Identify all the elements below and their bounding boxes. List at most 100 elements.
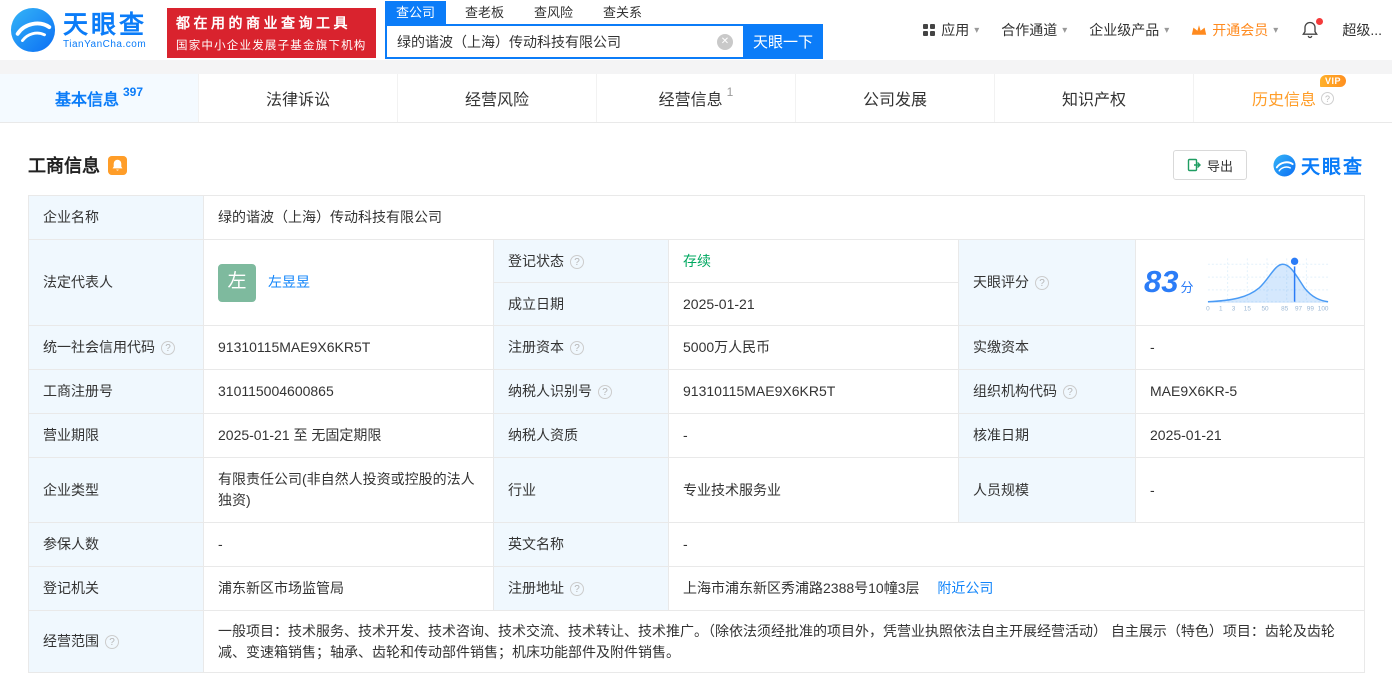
nav-enterprise[interactable]: 企业级产品 ▾ <box>1089 20 1169 40</box>
label-business-term: 营业期限 <box>28 413 204 458</box>
value-paid-capital: - <box>1134 325 1366 370</box>
watermark-brand: 天眼查 <box>1300 156 1364 178</box>
label-industry: 行业 <box>493 457 669 523</box>
tab-count: 1 <box>726 85 734 99</box>
info-icon[interactable]: ? <box>570 582 584 596</box>
crown-icon <box>1192 25 1207 35</box>
tianyancha-watermark-icon <box>1273 153 1296 177</box>
brand-domain: TianYanCha.com <box>63 38 147 50</box>
table-row: 统一社会信用代码? 91310115MAE9X6KR5T 注册资本? 5000万… <box>28 325 1366 370</box>
nav-enterprise-label: 企业级产品 <box>1089 22 1160 38</box>
info-icon[interactable]: ? <box>105 635 119 649</box>
svg-text:50: 50 <box>1261 305 1269 312</box>
label-company-type: 企业类型 <box>28 457 204 523</box>
top-nav: 应用 ▾ 合作通道 ▾ 企业级产品 ▾ 开通会员 ▾ 超级... <box>922 0 1382 60</box>
label-business-scope: 经营范围? <box>28 610 204 673</box>
chevron-down-icon: ▾ <box>1062 24 1068 36</box>
clear-icon[interactable]: ✕ <box>717 33 733 50</box>
value-company-type: 有限责任公司(非自然人投资或控股的法人独资) <box>203 457 494 523</box>
search-tab-relation[interactable]: 查关系 <box>592 1 653 24</box>
label-company-name: 企业名称 <box>28 195 204 240</box>
info-icon[interactable]: ? <box>570 341 584 355</box>
label-reg-capital: 注册资本? <box>493 325 669 370</box>
export-icon <box>1187 158 1201 172</box>
value-insured-count: - <box>203 522 494 567</box>
search-tab-risk[interactable]: 查风险 <box>523 1 584 24</box>
label-insured-count: 参保人数 <box>28 522 204 567</box>
search-button[interactable]: 天眼一下 <box>743 24 823 59</box>
label-reg-number: 工商注册号 <box>28 369 204 414</box>
value-legal-rep: 左 左昱昱 <box>203 239 494 326</box>
info-icon[interactable]: ? <box>1035 276 1049 290</box>
page-gap <box>0 60 1392 74</box>
tab-history-info[interactable]: 历史信息 VIP ? <box>1193 74 1392 122</box>
svg-text:0: 0 <box>1206 305 1210 312</box>
tab-label: 法律诉讼 <box>265 92 330 109</box>
tianyancha-logo[interactable]: 天眼查 TianYanCha.com <box>10 7 147 53</box>
value-tianyan-score: 83 分 0 1 3 15 50 85 97 99 100 <box>1134 239 1366 326</box>
watermark-logo: 天眼查 <box>1273 152 1364 179</box>
nav-super-vip-label: 超级... <box>1342 22 1382 38</box>
value-reg-status: 存续 <box>668 239 959 283</box>
value-business-term: 2025-01-21 至 无固定期限 <box>203 413 494 458</box>
section-head: 工商信息 导出 天眼查 <box>28 150 1364 180</box>
value-org-code: MAE9X6KR-5 <box>1134 369 1366 414</box>
label-english-name: 英文名称 <box>493 522 669 567</box>
table-row: 法定代表人 左 左昱昱 登记状态? 存续 天眼评分? 83 分 0 1 3 15… <box>28 239 1366 326</box>
svg-text:85: 85 <box>1281 305 1289 312</box>
value-reg-number: 310115004600865 <box>203 369 494 414</box>
value-reg-authority: 浦东新区市场监管局 <box>203 566 494 611</box>
tab-legal-proceedings[interactable]: 法律诉讼 <box>198 74 397 122</box>
info-icon[interactable]: ? <box>161 341 175 355</box>
svg-text:97: 97 <box>1294 305 1302 312</box>
tab-count: 397 <box>122 85 144 99</box>
table-row: 营业期限 2025-01-21 至 无固定期限 纳税人资质 - 核准日期 202… <box>28 413 1366 458</box>
export-button[interactable]: 导出 <box>1172 150 1247 180</box>
svg-text:99: 99 <box>1306 305 1314 312</box>
legal-rep-avatar[interactable]: 左 <box>218 263 256 302</box>
score-distribution-chart: 0 1 3 15 50 85 97 99 100 <box>1206 255 1328 312</box>
search-tab-company[interactable]: 查公司 <box>385 1 447 24</box>
search-tabs: 查公司 查老板 查风险 查关系 <box>385 1 823 24</box>
tab-label: 基本信息 <box>54 92 119 109</box>
info-icon[interactable]: ? <box>1321 91 1334 105</box>
chevron-down-icon: ▾ <box>1164 24 1170 36</box>
tab-intellectual-property[interactable]: 知识产权 <box>994 74 1193 122</box>
table-row: 企业名称 绿的谐波（上海）传动科技有限公司 <box>28 195 1366 240</box>
tab-label: 历史信息 <box>1251 92 1316 109</box>
nav-partner-label: 合作通道 <box>1001 22 1058 38</box>
notification-bell[interactable] <box>1300 18 1324 40</box>
apps-grid-icon <box>923 24 936 36</box>
svg-text:1: 1 <box>1218 305 1222 312</box>
tab-basic-info[interactable]: 基本信息 397 <box>0 74 198 122</box>
info-icon[interactable]: ? <box>598 385 612 399</box>
tab-operational-risk[interactable]: 经营风险 <box>397 74 596 122</box>
info-icon[interactable]: ? <box>1063 385 1077 399</box>
nearby-companies-link[interactable]: 附近公司 <box>937 580 993 596</box>
label-reg-status: 登记状态? <box>493 239 669 283</box>
nav-super-vip[interactable]: 超级... <box>1342 20 1382 40</box>
tab-label: 知识产权 <box>1061 92 1126 109</box>
top-header: 天眼查 TianYanCha.com 都在用的商业查询工具 国家中小企业发展子基… <box>0 0 1392 60</box>
nav-partner[interactable]: 合作通道 ▾ <box>1001 20 1067 40</box>
tab-company-development[interactable]: 公司发展 <box>795 74 994 122</box>
search-tab-boss[interactable]: 查老板 <box>454 1 515 24</box>
info-icon[interactable]: ? <box>570 254 584 269</box>
tianyancha-logo-icon <box>10 7 56 53</box>
promo-line2: 国家中小企业发展子基金旗下机构 <box>176 40 367 52</box>
announcement-icon[interactable] <box>108 155 127 175</box>
legal-rep-link[interactable]: 左昱昱 <box>268 272 310 293</box>
nav-open-vip[interactable]: 开通会员 ▾ <box>1191 20 1278 40</box>
notification-dot <box>1316 18 1324 25</box>
company-search-input[interactable] <box>385 24 743 59</box>
nav-apps-label: 应用 <box>941 22 970 38</box>
table-row: 登记机关 浦东新区市场监管局 注册地址? 上海市浦东新区秀浦路2388号10幢3… <box>28 566 1366 611</box>
label-org-code: 组织机构代码? <box>958 369 1136 414</box>
value-establish-date: 2025-01-21 <box>668 282 959 326</box>
nav-apps[interactable]: 应用 ▾ <box>922 20 979 40</box>
value-company-name: 绿的谐波（上海）传动科技有限公司 <box>202 195 1366 240</box>
table-row: 经营范围? 一般项目：技术服务、技术开发、技术咨询、技术交流、技术转让、技术推广… <box>28 610 1366 673</box>
value-credit-code: 91310115MAE9X6KR5T <box>203 325 494 370</box>
tab-business-info[interactable]: 经营信息 1 <box>596 74 795 122</box>
section-title: 工商信息 <box>28 156 100 176</box>
